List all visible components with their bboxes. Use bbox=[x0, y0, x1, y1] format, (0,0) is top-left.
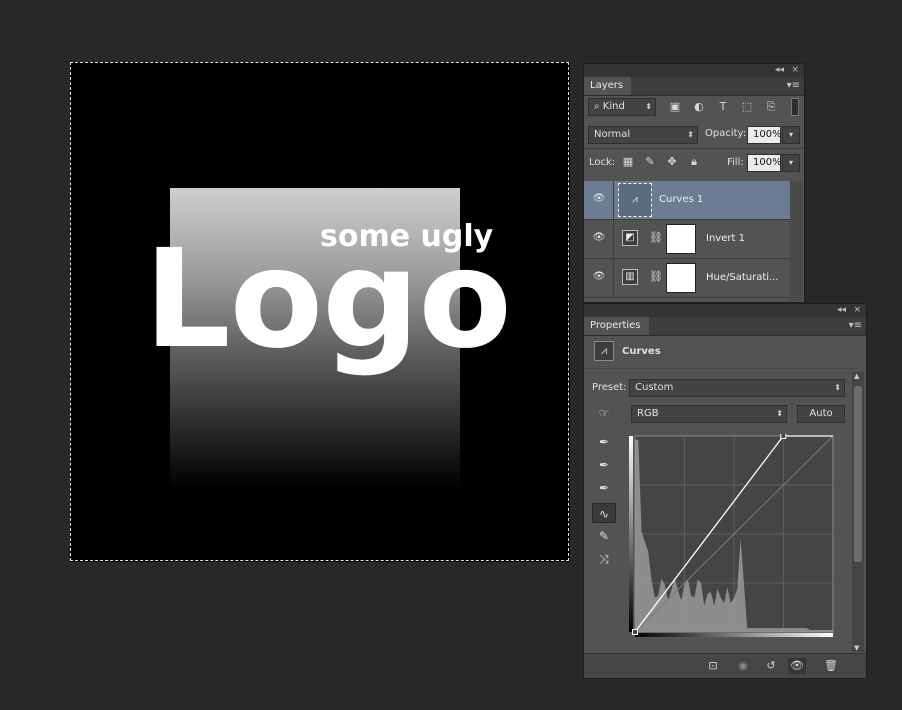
panel-menu-icon[interactable]: ▾≡ bbox=[787, 80, 800, 91]
stepper-icon: ⬍ bbox=[645, 102, 652, 111]
visibility-eye-icon[interactable]: 👁︎ bbox=[592, 232, 606, 243]
visibility-eye-icon[interactable]: 👁︎ bbox=[592, 271, 606, 282]
layers-scrollbar[interactable] bbox=[790, 181, 802, 301]
stepper-icon: ⬍ bbox=[687, 130, 694, 139]
delete-trash-icon[interactable]: 🗑︎ bbox=[822, 658, 840, 674]
shape-filter-icon[interactable]: ⬚ bbox=[739, 100, 755, 114]
lock-position-icon[interactable]: ✥ bbox=[664, 155, 680, 169]
adjustment-title: Curves bbox=[622, 346, 661, 357]
lock-all-icon[interactable]: 🔒︎ bbox=[686, 155, 702, 169]
mask-link-icon[interactable]: ⛓︎ bbox=[649, 270, 663, 283]
curve-point-0 bbox=[632, 629, 638, 635]
toggle-visibility-eye-icon[interactable]: 👁︎ bbox=[788, 658, 806, 674]
layers-tab-row: Layers ▾≡ bbox=[584, 77, 804, 96]
tab-properties[interactable]: Properties bbox=[584, 317, 649, 335]
blend-mode-select[interactable]: Normal ⬍ bbox=[588, 126, 698, 144]
channel-select[interactable]: RGB ⬍ bbox=[631, 405, 787, 423]
collapse-panel-icon[interactable]: ◂◂ bbox=[837, 304, 846, 317]
scrollbar-thumb[interactable] bbox=[854, 386, 862, 562]
preset-label: Preset: bbox=[592, 382, 627, 393]
gray-point-eyedropper-icon[interactable]: ✒ bbox=[592, 455, 616, 475]
properties-panel: ◂◂ × Properties ▾≡ ⩘ Curves Preset: Cust… bbox=[583, 303, 867, 679]
fill-dropdown-button[interactable]: ▾ bbox=[782, 154, 800, 172]
image-filter-icon[interactable]: ▣ bbox=[667, 100, 683, 114]
document-canvas[interactable]: some ugly Logo bbox=[70, 62, 570, 562]
properties-titlebar: ◂◂ × bbox=[584, 304, 866, 317]
layers-titlebar: ◂◂ × bbox=[584, 64, 804, 77]
smart-object-filter-icon[interactable]: ⎘ bbox=[763, 100, 779, 114]
curve-points-tool-icon[interactable]: ∿ bbox=[592, 503, 616, 523]
filter-kind-select[interactable]: ⌕ Kind ⬍ bbox=[588, 98, 656, 116]
layer-name: Curves 1 bbox=[659, 194, 704, 205]
layer-row-invert[interactable]: 👁︎ ◩ ⛓︎ Invert 1 bbox=[584, 220, 790, 259]
hue-saturation-adjustment-icon: ▥ bbox=[622, 269, 638, 285]
scroll-down-icon[interactable]: ▼ bbox=[854, 644, 859, 652]
adjustment-filter-icon[interactable]: ◐ bbox=[691, 100, 707, 114]
layer-name: Hue/Saturati... bbox=[706, 272, 779, 283]
filter-toggle[interactable] bbox=[791, 98, 799, 116]
search-icon: ⌕ bbox=[594, 101, 603, 112]
fill-input[interactable]: 100% bbox=[747, 154, 782, 172]
output-gradient-bar bbox=[629, 436, 633, 632]
smooth-curve-icon[interactable]: ⤨ bbox=[592, 549, 616, 569]
fill-label: Fill: bbox=[727, 157, 744, 168]
lock-transparent-icon[interactable]: ▦ bbox=[620, 155, 636, 169]
white-point-eyedropper-icon[interactable]: ✒ bbox=[592, 478, 616, 498]
channel-value: RGB bbox=[637, 408, 659, 419]
preset-value: Custom bbox=[635, 382, 674, 393]
reset-icon[interactable]: ↺ bbox=[762, 658, 780, 674]
opacity-label: Opacity: bbox=[705, 128, 747, 139]
view-previous-state-icon[interactable]: ◉ bbox=[734, 658, 752, 674]
stepper-icon: ⬍ bbox=[834, 383, 841, 392]
opacity-input[interactable]: 100% bbox=[747, 126, 782, 144]
curves-graph[interactable] bbox=[629, 434, 837, 637]
auto-button[interactable]: Auto bbox=[797, 405, 845, 423]
lock-label: Lock: bbox=[589, 157, 616, 168]
layer-mask-thumbnail[interactable] bbox=[666, 224, 696, 254]
blend-mode-value: Normal bbox=[594, 129, 631, 140]
logo-text: Logo bbox=[144, 221, 512, 379]
lock-image-icon[interactable]: ✎ bbox=[642, 155, 658, 169]
curve-point-1 bbox=[780, 434, 787, 439]
clip-to-layer-icon[interactable]: ⊡ bbox=[704, 658, 722, 674]
pencil-draw-icon[interactable]: ✎ bbox=[592, 526, 616, 546]
curves-icon: ⩘ bbox=[594, 341, 614, 361]
layer-row-curves[interactable]: 👁︎ ⩘ Curves 1 bbox=[584, 181, 790, 220]
stepper-icon: ⬍ bbox=[776, 409, 783, 418]
filter-kind-value: Kind bbox=[602, 101, 625, 112]
collapse-panel-icon[interactable]: ◂◂ bbox=[775, 64, 784, 77]
scroll-up-icon[interactable]: ▲ bbox=[854, 372, 859, 380]
layer-name: Invert 1 bbox=[706, 233, 745, 244]
properties-bottom-bar: ⊡ ◉ ↺ 👁︎ 🗑︎ bbox=[584, 653, 866, 678]
input-gradient-bar bbox=[635, 633, 833, 637]
mask-link-icon[interactable]: ⛓︎ bbox=[649, 231, 663, 244]
type-filter-icon[interactable]: T bbox=[715, 100, 731, 114]
preset-select[interactable]: Custom ⬍ bbox=[629, 379, 845, 397]
close-panel-icon[interactable]: × bbox=[791, 64, 799, 77]
targeted-adjustment-hand-icon[interactable]: ☞ bbox=[592, 403, 616, 423]
layer-mask-thumbnail[interactable] bbox=[666, 263, 696, 293]
opacity-dropdown-button[interactable]: ▾ bbox=[782, 126, 800, 144]
properties-scrollbar[interactable]: ▲ ▼ bbox=[852, 372, 864, 652]
tab-layers[interactable]: Layers bbox=[584, 77, 632, 95]
curves-adjustment-icon: ⩘ bbox=[618, 183, 652, 217]
layer-row-hue-saturation[interactable]: 👁︎ ▥ ⛓︎ Hue/Saturati... bbox=[584, 259, 790, 298]
black-point-eyedropper-icon[interactable]: ✒ bbox=[592, 432, 616, 452]
layers-panel: ◂◂ × Layers ▾≡ ⌕ Kind ⬍ ▣ ◐ T ⬚ ⎘ Normal… bbox=[583, 63, 805, 303]
visibility-eye-icon[interactable]: 👁︎ bbox=[592, 193, 606, 204]
close-panel-icon[interactable]: × bbox=[853, 304, 861, 317]
invert-adjustment-icon: ◩ bbox=[622, 230, 638, 246]
properties-tab-row: Properties ▾≡ bbox=[584, 317, 866, 336]
panel-menu-icon[interactable]: ▾≡ bbox=[849, 320, 862, 331]
